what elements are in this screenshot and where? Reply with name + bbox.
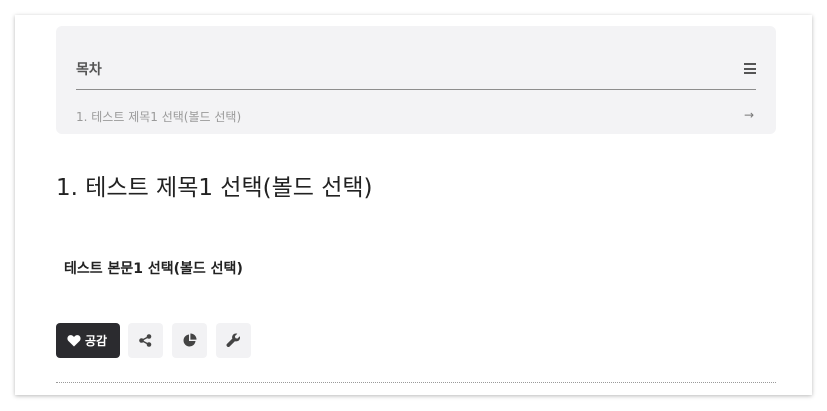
wrench-icon [226,333,241,348]
heart-icon [67,335,81,347]
menu-icon[interactable] [744,63,756,74]
statistics-button[interactable] [172,323,207,358]
post-heading: 1. 테스트 제목1 선택(볼드 선택) [56,175,373,201]
settings-button[interactable] [216,323,251,358]
toc-item[interactable]: 1. 테스트 제목1 선택(볼드 선택) → [76,99,756,131]
arrow-right-icon: → [743,108,754,122]
pie-chart-icon [183,333,197,347]
share-icon [139,334,152,347]
share-button[interactable] [128,323,163,358]
table-of-contents: 목차 1. 테스트 제목1 선택(볼드 선택) → [56,26,776,134]
toc-title: 목차 [76,62,102,78]
like-button[interactable]: 공감 [56,323,120,358]
divider [56,382,776,383]
post-card: 목차 1. 테스트 제목1 선택(볼드 선택) → 1. 테스트 제목1 선택(… [15,15,812,395]
toc-header: 목차 [76,49,756,90]
like-label: 공감 [85,334,108,348]
toc-item-label: 1. 테스트 제목1 선택(볼드 선택) [76,110,242,124]
post-body-text: 테스트 본문1 선택(볼드 선택) [64,261,243,277]
